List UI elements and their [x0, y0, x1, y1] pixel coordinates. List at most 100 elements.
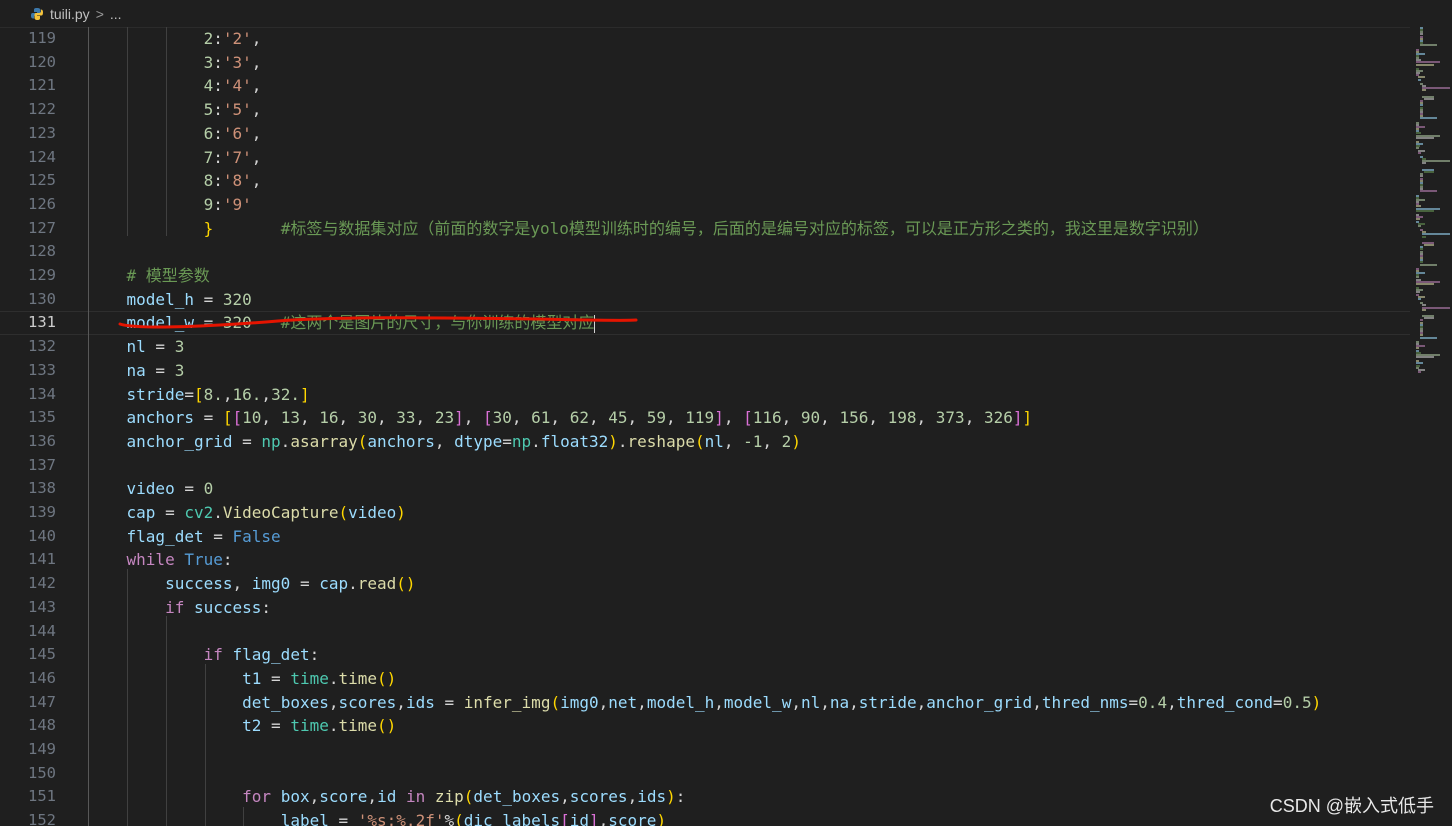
code-line[interactable]: 148 t2 = time.time(): [0, 714, 1410, 738]
code-token: time: [338, 668, 378, 688]
code-token: ,: [598, 692, 609, 712]
code-line[interactable]: 122 5:'5',: [0, 98, 1410, 122]
code-line[interactable]: 134 stride=[8.,16.,32.]: [0, 383, 1410, 407]
code-token: ): [666, 787, 676, 807]
code-token: (: [550, 692, 561, 712]
code-line[interactable]: 140 flag_det = False: [0, 525, 1410, 549]
code-token: [: [232, 408, 243, 428]
code-line[interactable]: 143 if success:: [0, 596, 1410, 620]
code-line[interactable]: 129 # 模型参数: [0, 264, 1410, 288]
code-token: 8: [203, 171, 214, 191]
code-line[interactable]: 119 2:'2',: [0, 27, 1410, 51]
line-number: 127: [28, 218, 56, 237]
code-token: anchors: [126, 408, 194, 428]
line-number: 133: [28, 360, 56, 379]
code-editor[interactable]: 119 2:'2', 120 3:'3', 121 4:'4', 122 5:'5', 123 6…: [0, 27, 1410, 826]
code-token: success: [165, 574, 233, 594]
code-token: 30: [492, 408, 512, 428]
code-line[interactable]: 125 8:'8',: [0, 169, 1410, 193]
code-token: =: [502, 431, 512, 451]
code-token: ,: [396, 692, 406, 712]
code-line[interactable]: 124 7:'7',: [0, 146, 1410, 170]
code-token: anchor_grid: [926, 692, 1033, 712]
code-line[interactable]: 141 while True:: [0, 548, 1410, 572]
code-token: na: [829, 692, 850, 712]
code-line[interactable]: 152 label = '%s:%.2f'%(dic_labels[id],sco…: [0, 809, 1410, 826]
minimap-line: [1420, 44, 1437, 47]
code-line[interactable]: 130 model_h = 320: [0, 288, 1410, 312]
code-line[interactable]: 128: [0, 240, 1410, 264]
code-token: ,: [434, 431, 455, 451]
code-line[interactable]: 144: [0, 620, 1410, 644]
code-line[interactable]: 123 6:'6',: [0, 122, 1410, 146]
line-number: 134: [28, 384, 56, 403]
breadcrumb-more[interactable]: ...: [110, 6, 122, 22]
code-token: [: [222, 408, 233, 428]
code-line[interactable]: 149: [0, 738, 1410, 762]
code-token: nl: [800, 692, 821, 712]
code-line[interactable]: 150: [0, 762, 1410, 786]
code-token: ,: [415, 408, 435, 428]
indent-guide: [205, 664, 206, 826]
code-token: 3: [203, 52, 214, 72]
code-token: =: [193, 408, 223, 428]
code-line[interactable]: 136 anchor_grid = np.asarray(anchors, dty…: [0, 430, 1410, 454]
code-line[interactable]: 133 na = 3: [0, 359, 1410, 383]
line-number: 122: [28, 100, 56, 119]
code-line[interactable]: 135 anchors = [[10, 13, 16, 30, 33, 23], …: [0, 406, 1410, 430]
code-line[interactable]: 121 4:'4',: [0, 74, 1410, 98]
code-token: 0.5: [1282, 692, 1312, 712]
code-line[interactable]: 146 t1 = time.time(): [0, 667, 1410, 691]
code-line[interactable]: 127 } #标签与数据集对应（前面的数字是yolo模型训练时的编号，后面的是编号…: [0, 217, 1410, 241]
code-token: dtype: [454, 431, 503, 451]
code-text: na = 3: [127, 359, 185, 383]
line-number: 120: [28, 52, 56, 71]
code-token: :: [309, 645, 320, 665]
code-token: t2: [242, 716, 262, 736]
line-number: 141: [28, 550, 56, 569]
code-line[interactable]: 126 9:'9': [0, 193, 1410, 217]
code-text: if flag_det:: [204, 643, 320, 667]
minimap-line: [1416, 209, 1434, 212]
code-line[interactable]: 137: [0, 454, 1410, 478]
code-token: 9: [203, 194, 214, 214]
line-number: 148: [28, 716, 56, 735]
code-token: 90: [800, 408, 821, 428]
code-line[interactable]: 145 if flag_det:: [0, 643, 1410, 667]
code-token: ,: [1032, 692, 1042, 712]
breadcrumb-file[interactable]: tuili.py: [50, 6, 90, 22]
minimap-line: [1420, 117, 1437, 120]
code-token: :: [675, 787, 686, 807]
line-number: 121: [28, 76, 56, 95]
code-token: 198: [887, 408, 917, 428]
code-line[interactable]: 142 success, img0 = cap.read(): [0, 572, 1410, 596]
code-line[interactable]: 138 video = 0: [0, 477, 1410, 501]
code-token: 3: [174, 337, 185, 357]
code-token: (: [357, 431, 368, 451]
line-number: 142: [28, 574, 56, 593]
code-token: reshape: [627, 431, 695, 451]
minimap-line: [1424, 97, 1434, 100]
line-number: 123: [28, 123, 56, 142]
code-line[interactable]: 151 for box,score,id in zip(det_boxes,sco…: [0, 785, 1410, 809]
code-text: stride=[8.,16.,32.]: [127, 383, 310, 407]
code-line[interactable]: 147 det_boxes,scores,ids = infer_img(img0…: [0, 691, 1410, 715]
code-line[interactable]: 132 nl = 3: [0, 335, 1410, 359]
code-token: =: [328, 811, 358, 826]
code-token: ids: [405, 692, 435, 712]
code-line[interactable]: 139 cap = cv2.VideoCapture(video): [0, 501, 1410, 525]
code-token: %: [444, 811, 455, 826]
code-token: ,: [666, 408, 686, 428]
code-token: ,: [463, 408, 483, 428]
code-token: ,: [820, 692, 830, 712]
code-token: }: [203, 218, 214, 238]
code-token: ]: [1022, 408, 1033, 428]
watermark: CSDN @嵌入式低手: [1269, 796, 1434, 816]
code-text: det_boxes,scores,ids = infer_img(img0,ne…: [242, 691, 1321, 715]
minimap[interactable]: [1410, 27, 1452, 826]
code-text: } #标签与数据集对应（前面的数字是yolo模型训练时的编号，后面的是编号对应的…: [204, 217, 1209, 241]
code-line[interactable]: 120 3:'3',: [0, 51, 1410, 75]
code-token: anchors: [367, 431, 435, 451]
line-number: 151: [28, 787, 56, 806]
